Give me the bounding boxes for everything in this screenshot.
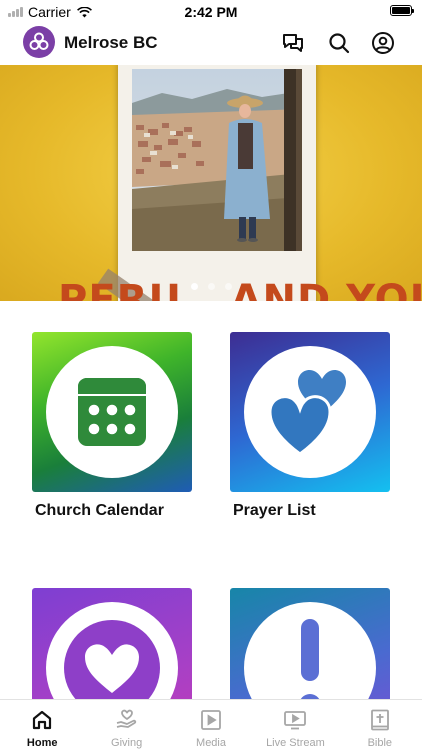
media-icon — [199, 708, 223, 732]
calendar-icon — [78, 378, 146, 446]
tab-bible[interactable]: Bible — [338, 700, 422, 750]
battery-icon — [390, 5, 414, 16]
tab-label: Media — [196, 737, 226, 749]
app-header: Melrose BC — [0, 22, 422, 65]
profile-icon[interactable] — [371, 31, 395, 55]
home-icon — [30, 708, 54, 732]
tab-label: Bible — [367, 737, 393, 749]
polaroid-frame — [118, 65, 316, 301]
tile-circle — [46, 346, 178, 478]
search-icon[interactable] — [327, 31, 351, 55]
status-time: 2:42 PM — [184, 4, 238, 20]
tile-image — [230, 332, 390, 492]
tab-label: Home — [26, 737, 58, 749]
tab-label: Giving — [111, 737, 143, 749]
tab-live-stream[interactable]: Live Stream — [253, 700, 337, 750]
page-dot[interactable] — [190, 283, 198, 290]
giving-icon — [115, 708, 139, 732]
app-title: Melrose BC — [64, 33, 158, 52]
status-bar: Carrier 2:42 PM — [0, 0, 422, 22]
live-stream-icon — [283, 708, 307, 732]
tab-media[interactable]: Media — [169, 700, 253, 750]
tab-giving[interactable]: Giving — [84, 700, 168, 750]
tab-label: Live Stream — [266, 737, 325, 749]
hero-slider[interactable]: PERU...AND YOU! — [0, 65, 422, 301]
page-dot[interactable] — [224, 283, 232, 290]
tab-bar: Home Giving Media Live Stream Bible — [0, 699, 422, 750]
church-logo-icon[interactable] — [23, 26, 55, 58]
tile-church-calendar[interactable]: Church Calendar — [32, 332, 192, 519]
tile-circle — [244, 346, 376, 478]
tile-label: Prayer List — [233, 502, 316, 519]
bible-icon — [368, 708, 392, 732]
page-dot[interactable] — [207, 283, 215, 290]
screen: Carrier 2:42 PM Melrose BC PERU...AND YO… — [0, 0, 422, 750]
hearts-icon — [268, 370, 346, 456]
tile-image — [32, 332, 192, 492]
slider-pagination — [0, 283, 422, 290]
hero-photo — [132, 69, 302, 251]
chat-icon[interactable] — [281, 31, 305, 55]
tile-prayer-list[interactable]: Prayer List — [230, 332, 390, 519]
tile-label: Church Calendar — [35, 502, 164, 519]
tab-home[interactable]: Home — [0, 700, 84, 750]
